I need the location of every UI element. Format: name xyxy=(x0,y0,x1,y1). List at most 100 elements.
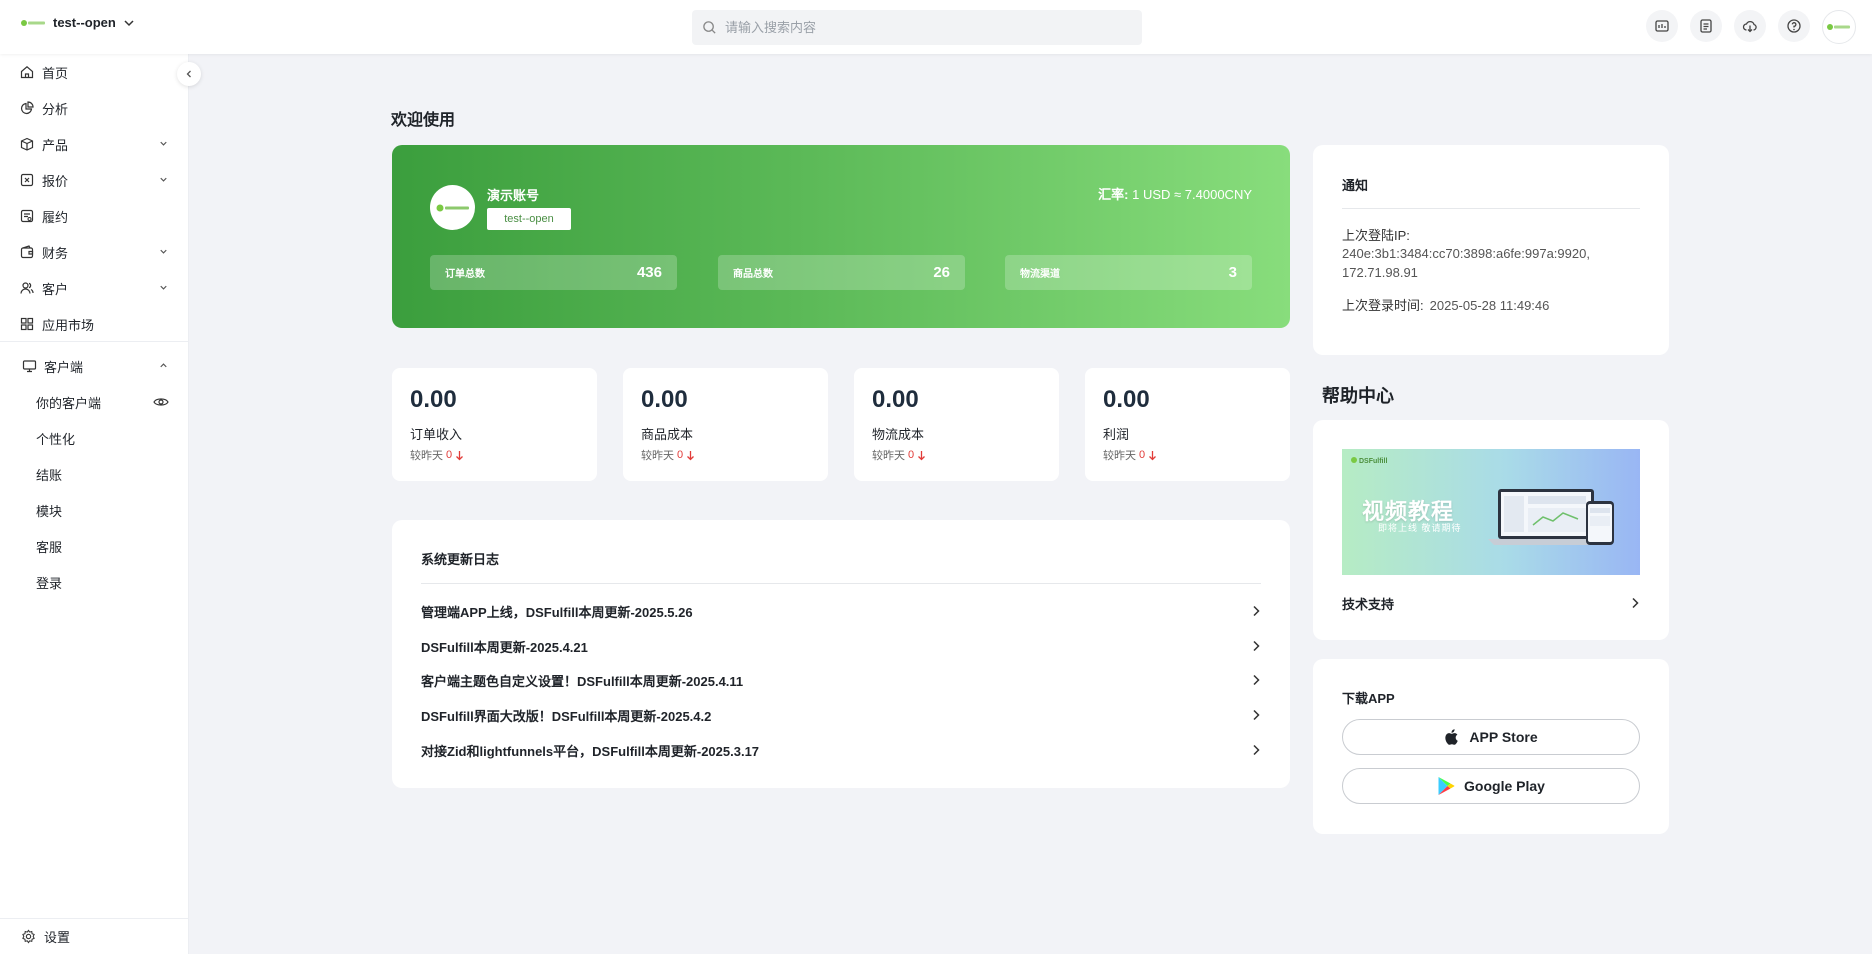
user-avatar[interactable] xyxy=(1822,10,1856,44)
notice-card: 通知 上次登陆IP: 240e:3b1:3484:cc70:3898:a6fe:… xyxy=(1313,145,1669,355)
google-play-icon xyxy=(1437,776,1455,796)
sidebar-subitem-login[interactable]: 登录 xyxy=(0,564,189,600)
stat-label: 订单总数 xyxy=(445,269,485,280)
sidebar-settings[interactable]: 设置 xyxy=(0,918,189,954)
chevron-right-icon xyxy=(1251,640,1261,652)
sidebar-subitem-support[interactable]: 客服 xyxy=(0,528,189,564)
sidebar-item-client[interactable]: 客户端 xyxy=(0,348,189,384)
changelog-item[interactable]: DSFulfill本周更新-2025.4.21 xyxy=(421,632,1261,660)
download-app-title: 下载APP xyxy=(1342,691,1395,706)
sidebar-item-label: 应用市场 xyxy=(42,317,95,333)
stat-value: 3 xyxy=(1228,264,1237,281)
sidebar-item-finance[interactable]: 财务 xyxy=(0,234,189,270)
chevron-left-icon xyxy=(184,69,194,79)
chevron-down-icon xyxy=(158,174,169,185)
users-icon xyxy=(19,280,35,296)
search-icon xyxy=(702,20,717,35)
sidebar-subitem-checkout[interactable]: 结账 xyxy=(0,456,189,492)
monitor-icon xyxy=(21,358,37,374)
help-center-title: 帮助中心 xyxy=(1322,386,1394,406)
changelog-item[interactable]: 对接Zid和lightfunnels平台，DSFulfill本周更新-2025.… xyxy=(421,736,1261,764)
kpi-compare-value: 0 xyxy=(1139,449,1146,461)
sidebar-item-products[interactable]: 产品 xyxy=(0,126,189,162)
last-login-ip-value: 240e:3b1:3484:cc70:3898:a6fe:997a:9920, … xyxy=(1342,246,1590,280)
sidebar-item-label: 客户 xyxy=(42,281,69,297)
changelog-item-text: 对接Zid和lightfunnels平台，DSFulfill本周更新-2025.… xyxy=(421,743,760,759)
notice-divider xyxy=(1342,208,1640,209)
chevron-down-icon xyxy=(158,246,169,257)
sidebar-collapse-button[interactable] xyxy=(177,62,201,86)
account-hero-card: 演示账号 test--open 汇率: 1 USD ≈ 7.4000CNY 订单… xyxy=(392,145,1290,328)
exchange-rate: 汇率: 1 USD ≈ 7.4000CNY xyxy=(1098,184,1252,203)
sidebar-divider xyxy=(0,341,189,342)
stat-value: 436 xyxy=(636,264,662,281)
sidebar: 首页 分析 产品 报价 履约 财务 客户 应用市场 客户端 你的客户端 个性化 … xyxy=(0,54,189,954)
kpi-compare: 较昨天 0 xyxy=(410,447,464,463)
kpi-compare: 较昨天 0 xyxy=(872,447,926,463)
app-store-button[interactable]: APP Store xyxy=(1342,719,1640,755)
sidebar-item-home[interactable]: 首页 xyxy=(0,54,189,90)
org-switcher[interactable]: test--open xyxy=(20,15,135,30)
eye-icon[interactable] xyxy=(153,395,169,409)
banner-logo-text: DSFulfill xyxy=(1359,458,1387,465)
arrow-down-icon xyxy=(455,450,464,461)
sidebar-item-label: 履约 xyxy=(42,209,69,225)
sidebar-subitem-personalize[interactable]: 个性化 xyxy=(0,420,189,456)
sidebar-item-customers[interactable]: 客户 xyxy=(0,270,189,306)
document-icon[interactable] xyxy=(1690,10,1722,42)
chevron-right-icon xyxy=(1251,605,1261,617)
tech-support-link[interactable]: 技术支持 xyxy=(1342,592,1640,614)
kpi-label: 订单收入 xyxy=(410,427,463,442)
help-icon[interactable] xyxy=(1778,10,1810,42)
pie-chart-icon xyxy=(19,100,35,116)
gear-icon xyxy=(21,929,36,944)
sidebar-item-fulfillment[interactable]: 履约 xyxy=(0,198,189,234)
fulfillment-icon xyxy=(19,208,35,224)
video-tutorial-banner[interactable]: DSFulfill 视频教程 即将上线 敬请期待 xyxy=(1342,449,1640,575)
app-store-label: APP Store xyxy=(1469,729,1538,745)
kpi-label: 物流成本 xyxy=(872,427,925,442)
banner-logo: DSFulfill xyxy=(1350,455,1396,465)
kpi-card-profit: 0.00 利润 较昨天 0 xyxy=(1085,368,1290,481)
changelog-item[interactable]: DSFulfill界面大改版！DSFulfill本周更新-2025.4.2 xyxy=(421,701,1261,729)
laptop-illustration xyxy=(1488,485,1628,549)
kpi-compare-label: 较昨天 xyxy=(641,450,674,462)
sidebar-item-analytics[interactable]: 分析 xyxy=(0,90,189,126)
apple-icon xyxy=(1444,728,1460,746)
chevron-down-icon xyxy=(158,282,169,293)
kpi-compare-value: 0 xyxy=(908,449,915,461)
stat-products[interactable]: 商品总数 26 xyxy=(718,255,965,290)
kpi-value: 0.00 xyxy=(410,386,457,413)
box-icon xyxy=(19,136,35,152)
chevron-right-icon xyxy=(1630,597,1640,609)
kpi-compare-value: 0 xyxy=(446,449,453,461)
changelog-title: 系统更新日志 xyxy=(421,552,500,567)
stat-logistics[interactable]: 物流渠道 3 xyxy=(1005,255,1252,290)
kpi-card-order-revenue: 0.00 订单收入 较昨天 0 xyxy=(392,368,597,481)
google-play-button[interactable]: Google Play xyxy=(1342,768,1640,804)
chevron-right-icon xyxy=(1251,744,1261,756)
kpi-value: 0.00 xyxy=(1103,386,1150,413)
announcement-icon[interactable] xyxy=(1646,10,1678,42)
account-avatar xyxy=(430,185,475,230)
changelog-divider xyxy=(421,583,1261,584)
sidebar-subitem-your-client[interactable]: 你的客户端 xyxy=(0,384,189,420)
kpi-card-logistics-cost: 0.00 物流成本 较昨天 0 xyxy=(854,368,1059,481)
search-box xyxy=(692,10,1142,45)
sidebar-subitem-label: 结账 xyxy=(36,467,63,483)
stat-orders[interactable]: 订单总数 436 xyxy=(430,255,677,290)
sidebar-item-app-market[interactable]: 应用市场 xyxy=(0,306,189,342)
changelog-item[interactable]: 客户端主题色自定义设置！DSFulfill本周更新-2025.4.11 xyxy=(421,666,1261,694)
sidebar-item-label: 分析 xyxy=(42,101,69,117)
kpi-card-product-cost: 0.00 商品成本 较昨天 0 xyxy=(623,368,828,481)
kpi-label: 利润 xyxy=(1103,427,1130,442)
wallet-icon xyxy=(19,244,35,260)
sidebar-item-quotes[interactable]: 报价 xyxy=(0,162,189,198)
sidebar-subitem-modules[interactable]: 模块 xyxy=(0,492,189,528)
settings-label: 设置 xyxy=(44,930,71,945)
changelog-item[interactable]: 管理端APP上线，DSFulfill本周更新-2025.5.26 xyxy=(421,597,1261,625)
search-input[interactable] xyxy=(725,20,1125,35)
account-tag: test--open xyxy=(487,208,571,230)
changelog-card: 系统更新日志 管理端APP上线，DSFulfill本周更新-2025.5.26 … xyxy=(392,520,1290,788)
cloud-download-icon[interactable] xyxy=(1734,10,1766,42)
